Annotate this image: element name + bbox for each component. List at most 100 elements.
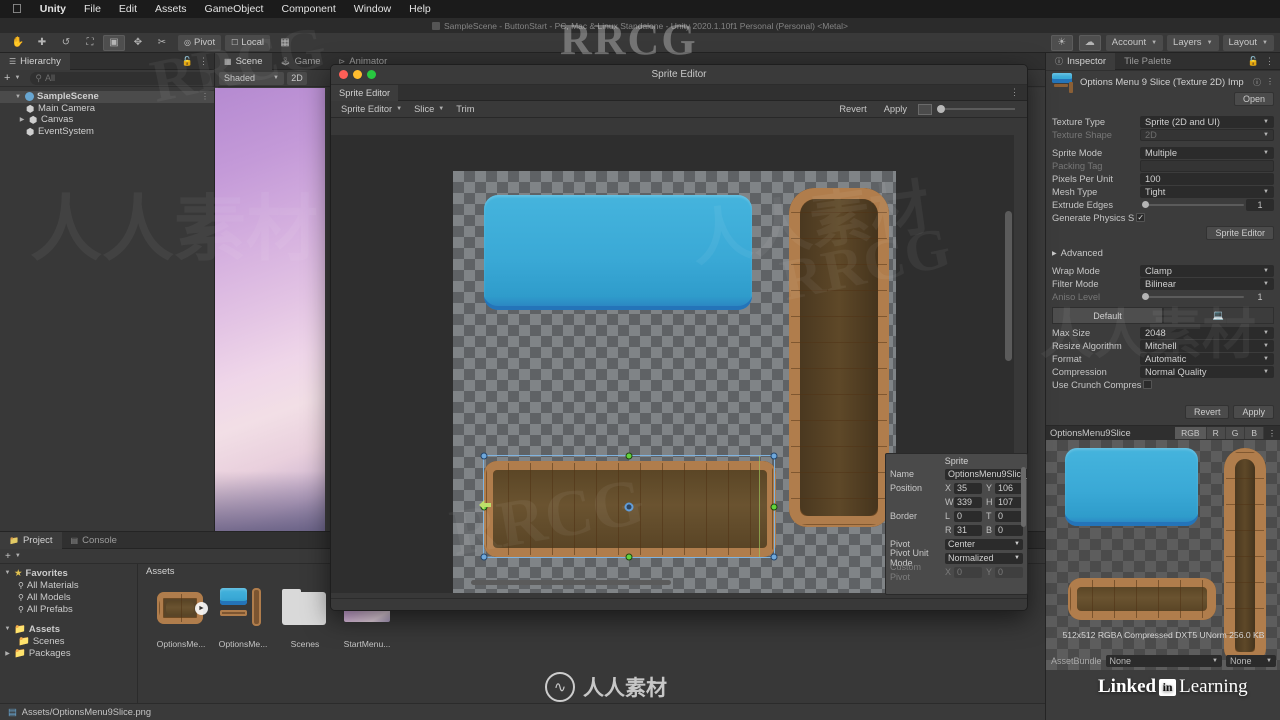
border-handle-bottom[interactable]: [626, 554, 632, 560]
channel-rgb-button[interactable]: RGB: [1175, 427, 1207, 439]
compression-dropdown[interactable]: Normal Quality ▼: [1140, 365, 1274, 378]
play-icon[interactable]: ►: [195, 602, 208, 615]
texture-preview[interactable]: 512x512 RGBA Compressed DXT5 UNorm 256.0…: [1046, 440, 1280, 670]
tab-inspector[interactable]: ⓘ Inspector: [1046, 52, 1116, 70]
assetbundle-variant-dropdown[interactable]: None ▼: [1226, 654, 1276, 667]
collab-icon[interactable]: ☀: [1050, 34, 1073, 51]
project-tree-all-prefabs[interactable]: ⚲ All Prefabs: [0, 603, 137, 615]
apple-logo-icon[interactable]: : [8, 2, 31, 17]
chevron-right-icon[interactable]: ▶: [18, 116, 26, 123]
tab-scene[interactable]: ▦ Scene: [215, 52, 272, 70]
sprite-name-input[interactable]: OptionsMenu9Slice_0: [945, 468, 1027, 480]
slider-knob[interactable]: [937, 105, 945, 113]
menu-item-help[interactable]: Help: [400, 0, 440, 18]
hierarchy-item-eventsystem[interactable]: ⬢ EventSystem: [0, 126, 214, 138]
menu-item-gameobject[interactable]: GameObject: [196, 0, 273, 18]
channel-r-button[interactable]: R: [1206, 427, 1226, 439]
hierarchy-search-input[interactable]: ⚲ All: [30, 71, 210, 85]
use-crunch-checkbox[interactable]: [1143, 380, 1153, 389]
assetbundle-dropdown[interactable]: None ▼: [1105, 654, 1222, 667]
chevron-right-icon[interactable]: ▶: [4, 650, 11, 657]
chevron-down-icon[interactable]: ▼: [4, 570, 11, 576]
sprite-pos-y-input[interactable]: 106: [995, 482, 1023, 494]
pivot-handle[interactable]: [624, 502, 634, 511]
hierarchy-item-main-camera[interactable]: ⬢ Main Camera: [0, 103, 214, 115]
wrap-mode-dropdown[interactable]: Clamp ▼: [1140, 264, 1274, 277]
project-tree-assets[interactable]: ▼ 📁 Assets: [0, 623, 137, 635]
shading-mode-dropdown[interactable]: Shaded ▼: [219, 71, 284, 85]
resize-handle-bottom-right[interactable]: [771, 554, 777, 560]
tab-console[interactable]: ▤ Console: [62, 532, 126, 549]
move-tool-icon[interactable]: ✚: [31, 35, 53, 51]
sprite-editor-mode-dropdown[interactable]: Sprite Editor ▼: [335, 102, 408, 116]
sprite-panel-scrollbar[interactable]: [1021, 467, 1026, 582]
sprite-border-right-input[interactable]: 31: [954, 524, 982, 536]
project-tree-packages[interactable]: ▶ 📁 Packages: [0, 647, 137, 659]
kebab-menu-icon[interactable]: ⋮: [1264, 429, 1276, 438]
cloud-icon[interactable]: ☁: [1078, 34, 1101, 51]
sprite-wood-column[interactable]: [789, 188, 889, 527]
border-handle-right[interactable]: [771, 504, 777, 509]
tab-sprite-editor[interactable]: Sprite Editor: [331, 84, 399, 101]
rect-tool-icon[interactable]: ▣: [103, 34, 125, 51]
sprite-height-input[interactable]: 107: [995, 496, 1023, 508]
border-handle-top[interactable]: [626, 453, 632, 459]
resize-handle-top-left[interactable]: [481, 453, 487, 459]
kebab-menu-icon[interactable]: ⋮: [1010, 87, 1027, 98]
tab-hierarchy[interactable]: ☰ Hierarchy: [0, 52, 70, 70]
layers-dropdown[interactable]: Layers ▼: [1167, 34, 1219, 51]
lock-icon[interactable]: 🔓: [1248, 56, 1259, 67]
sprite-mode-dropdown[interactable]: Multiple ▼: [1140, 146, 1274, 159]
project-add-button[interactable]: +: [5, 551, 11, 562]
project-tree-favorites[interactable]: ▼ ★ Favorites: [0, 567, 137, 579]
grid-snap-icon[interactable]: ▦: [274, 35, 296, 51]
apply-button[interactable]: Apply: [1233, 405, 1274, 419]
layout-dropdown[interactable]: Layout ▼: [1222, 34, 1274, 51]
kebab-menu-icon[interactable]: ⋮: [1265, 56, 1274, 67]
space-toggle-button[interactable]: ☐ Local: [225, 34, 270, 51]
menu-item-window[interactable]: Window: [345, 0, 400, 18]
slider-knob[interactable]: [1142, 201, 1149, 208]
texture-type-dropdown[interactable]: Sprite (2D and UI) ▼: [1140, 115, 1274, 128]
slice-dropdown[interactable]: Slice ▼: [408, 102, 450, 116]
hierarchy-item-samplescene[interactable]: ▼ SampleScene ⋮: [0, 91, 214, 103]
sprite-editor-revert-button[interactable]: Revert: [833, 102, 872, 116]
max-size-dropdown[interactable]: 2048 ▼: [1140, 326, 1274, 339]
sprite-width-input[interactable]: 339: [954, 496, 982, 508]
hand-tool-icon[interactable]: ✋: [7, 35, 29, 51]
sprite-pivot-dropdown[interactable]: Center ▼: [945, 538, 1023, 550]
resize-handle-top-right[interactable]: [771, 453, 777, 459]
menu-item-component[interactable]: Component: [272, 0, 344, 18]
rotate-tool-icon[interactable]: ↺: [55, 35, 77, 51]
format-dropdown[interactable]: Automatic ▼: [1140, 352, 1274, 365]
project-tree-all-models[interactable]: ⚲ All Models: [0, 591, 137, 603]
tab-project[interactable]: 📁 Project: [0, 531, 62, 549]
lock-icon[interactable]: 🔓: [182, 56, 193, 67]
resize-algorithm-dropdown[interactable]: Mitchell ▼: [1140, 339, 1274, 352]
sprite-editor-apply-button[interactable]: Apply: [878, 102, 913, 116]
extrude-edges-value[interactable]: 1: [1246, 198, 1274, 211]
menu-item-assets[interactable]: Assets: [146, 0, 196, 18]
transform-tool-icon[interactable]: ✥: [127, 35, 149, 51]
generate-physics-checkbox[interactable]: ✓: [1136, 213, 1146, 222]
resize-handle-bottom-left[interactable]: [481, 554, 487, 560]
custom-tool-icon[interactable]: ✂: [151, 35, 173, 51]
sprite-pivot-unit-dropdown[interactable]: Normalized ▼: [945, 552, 1023, 564]
mesh-type-dropdown[interactable]: Tight ▼: [1140, 185, 1274, 198]
platform-tab-default[interactable]: Default: [1052, 307, 1163, 324]
sprite-border-left-input[interactable]: 0: [954, 510, 982, 522]
dimension-toggle[interactable]: 2D: [286, 71, 307, 85]
alpha-toggle-icon[interactable]: [918, 103, 932, 115]
channel-g-button[interactable]: G: [1225, 427, 1246, 439]
zoom-slider[interactable]: [937, 103, 1023, 115]
tab-game[interactable]: 🕹 Game: [272, 53, 330, 70]
kebab-menu-icon[interactable]: ⋮: [199, 56, 208, 67]
open-button[interactable]: Open: [1233, 92, 1274, 106]
channel-b-button[interactable]: B: [1245, 427, 1264, 439]
advanced-foldout[interactable]: ▶ Advanced: [1046, 246, 1280, 260]
chevron-down-icon[interactable]: ▼: [4, 626, 11, 632]
tab-tile-palette[interactable]: Tile Palette: [1115, 53, 1180, 70]
hierarchy-item-canvas[interactable]: ▶ ⬢ Canvas: [0, 114, 214, 126]
asset-item-optionsmenu9slice[interactable]: ► OptionsMe...: [156, 584, 208, 649]
revert-button[interactable]: Revert: [1184, 405, 1230, 419]
